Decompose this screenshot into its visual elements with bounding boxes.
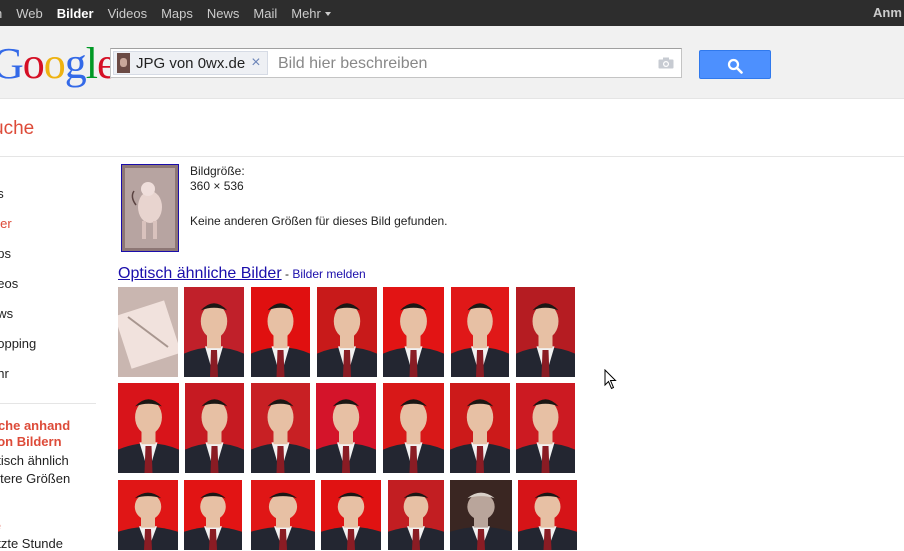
search-icon	[727, 58, 743, 74]
similar-image-thumbnail[interactable]	[451, 287, 509, 377]
top-nav-mehr-label: Mehr	[291, 5, 321, 21]
sidebar-item-videos[interactable]: deos	[0, 276, 18, 291]
sidebar-item-mehr[interactable]: ehr	[0, 366, 9, 381]
google-logo[interactable]: Google	[0, 38, 117, 90]
top-nav-mail[interactable]: Mail	[253, 6, 277, 21]
image-query-chip[interactable]: JPG von 0wx.de ×	[113, 51, 268, 75]
sidebar-section-title-line2: von Bildern	[0, 434, 62, 449]
similar-image-art	[321, 492, 381, 550]
sidebar-section-title: uche anhand	[0, 418, 71, 433]
report-images-link[interactable]: Bilder melden	[292, 267, 365, 281]
similar-image-thumbnail[interactable]	[118, 383, 179, 473]
similar-image-thumbnail[interactable]	[251, 383, 310, 473]
similar-image-thumbnail[interactable]	[388, 480, 444, 550]
similar-image-thumbnail[interactable]	[450, 383, 510, 473]
similar-image-art	[383, 399, 444, 473]
similar-image-art	[251, 399, 310, 473]
similar-image-thumbnail[interactable]	[383, 383, 444, 473]
similar-image-art	[317, 303, 377, 377]
similar-image-thumbnail[interactable]	[316, 383, 376, 473]
similar-image-art	[184, 492, 242, 550]
similar-image-thumbnail[interactable]	[321, 480, 381, 550]
query-image-preview[interactable]	[121, 164, 179, 252]
similar-image-thumbnail[interactable]	[251, 287, 310, 377]
similar-image-art	[184, 303, 244, 377]
similar-image-art	[516, 303, 575, 377]
top-nav-maps[interactable]: Maps	[161, 6, 193, 21]
chevron-down-icon	[324, 12, 331, 17]
sidebar-item-optisch-aehnlich[interactable]: ptisch ähnlich	[0, 453, 69, 468]
similar-image-thumbnail[interactable]	[450, 480, 512, 550]
similar-image-art	[383, 303, 444, 377]
sidebar-section-title-time: le	[0, 518, 1, 533]
search-input[interactable]	[276, 53, 650, 75]
similar-image-art	[316, 399, 376, 473]
similar-image-art	[118, 492, 178, 550]
similar-image-art	[185, 399, 244, 473]
similar-image-art	[518, 492, 577, 550]
top-nav-videos[interactable]: Videos	[108, 6, 148, 21]
query-image-thumbnail	[117, 53, 130, 73]
image-size-value: 360 × 536	[190, 179, 244, 193]
similar-image-art	[118, 300, 178, 369]
similar-image-art	[251, 492, 315, 550]
sidebar-item-alles[interactable]: es	[0, 186, 4, 201]
search-box[interactable]: JPG von 0wx.de ×	[110, 48, 682, 78]
query-image-art	[122, 165, 178, 251]
similar-images-heading: Optisch ähnliche Bilder - Bilder melden	[118, 265, 366, 283]
sidebar-item-shopping[interactable]: hopping	[0, 336, 36, 351]
similar-image-art	[516, 399, 575, 473]
page-title: uche	[0, 118, 35, 139]
similar-image-thumbnail[interactable]	[184, 480, 242, 550]
similar-image-art	[251, 303, 310, 377]
similar-image-thumbnail[interactable]	[118, 287, 178, 377]
similar-image-thumbnail[interactable]	[118, 480, 178, 550]
similar-image-art	[118, 399, 179, 473]
similar-image-thumbnail[interactable]	[516, 287, 575, 377]
top-nav-web[interactable]: Web	[16, 6, 43, 21]
sidebar-item-letzte-stunde[interactable]: etzte Stunde	[0, 536, 63, 551]
close-icon[interactable]: ×	[251, 54, 260, 72]
similar-image-art	[450, 492, 512, 550]
top-nav-item[interactable]: h	[0, 6, 2, 21]
similar-images-link[interactable]: Optisch ähnliche Bilder	[118, 265, 282, 282]
similar-image-art	[451, 303, 509, 377]
similar-image-thumbnail[interactable]	[184, 287, 244, 377]
top-nav-news[interactable]: News	[207, 6, 240, 21]
image-info: Bildgröße: 360 × 536 Keine anderen Größe…	[190, 164, 448, 229]
camera-icon[interactable]	[658, 57, 674, 69]
similar-image-art	[388, 492, 444, 550]
similar-image-art	[450, 399, 510, 473]
sidebar-divider	[0, 403, 96, 404]
similar-image-thumbnail[interactable]	[383, 287, 444, 377]
top-nav-links: h Web Bilder Videos Maps News Mail Mehr	[0, 0, 345, 26]
top-navigation-bar: h Web Bilder Videos Maps News Mail Mehr …	[0, 0, 904, 26]
top-nav-bilder[interactable]: Bilder	[57, 6, 94, 21]
sidebar-item-news[interactable]: ews	[0, 306, 13, 321]
image-size-label: Bildgröße:	[190, 164, 245, 178]
sidebar-item-maps[interactable]: aps	[0, 246, 11, 261]
similar-image-thumbnail[interactable]	[516, 383, 575, 473]
results-title-row: uche	[0, 99, 904, 157]
sidebar-item-weitere-groessen[interactable]: eitere Größen	[0, 471, 70, 486]
top-nav-mehr[interactable]: Mehr	[291, 6, 331, 21]
similar-image-thumbnail[interactable]	[185, 383, 244, 473]
similar-image-thumbnail[interactable]	[518, 480, 577, 550]
sidebar-item-bilder[interactable]: lder	[0, 216, 12, 231]
mouse-cursor-icon	[604, 369, 617, 390]
similar-image-thumbnail[interactable]	[317, 287, 377, 377]
similar-image-thumbnail[interactable]	[251, 480, 315, 550]
no-other-sizes-text: Keine anderen Größen für dieses Bild gef…	[190, 214, 448, 228]
signin-link[interactable]: Anm	[873, 0, 902, 26]
chip-label: JPG von 0wx.de	[136, 54, 246, 72]
search-button[interactable]	[699, 50, 771, 79]
similar-separator: -	[281, 267, 293, 281]
